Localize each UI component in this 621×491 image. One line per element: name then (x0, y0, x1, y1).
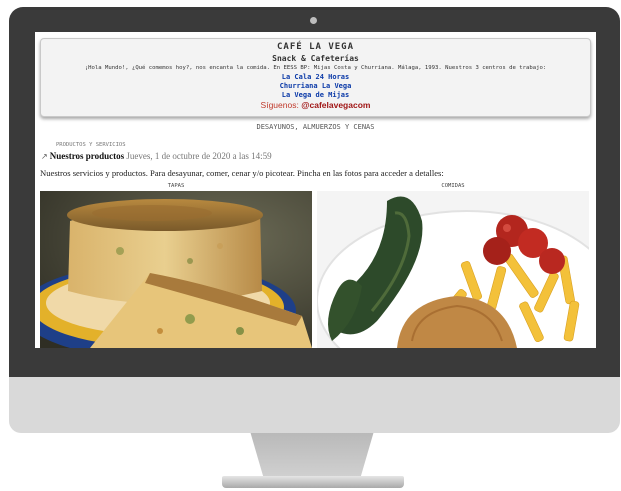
site-intro: ¡Hola Mundo!, ¿Qué comemos hoy?, nos enc… (84, 65, 547, 71)
site-header: CAFÉ LA VEGA Snack & Cafeterías ¡Hola Mu… (40, 38, 591, 117)
location-link-mijas[interactable]: La Vega de Mijas (41, 91, 590, 100)
camera-icon (310, 17, 317, 24)
gallery-label-comidas: COMIDAS (441, 183, 465, 189)
monitor-stand-neck (250, 433, 374, 477)
location-link-churriana[interactable]: Churriana La Vega (41, 82, 590, 91)
external-link-icon: ↗ (41, 152, 48, 161)
post-date: Jueves, 1 de octubre de 2020 a las 14:59 (126, 151, 272, 161)
screen: CAFÉ LA VEGA Snack & Cafeterías ¡Hola Mu… (35, 32, 596, 348)
locations-list: La Cala 24 Horas Churriana La Vega La Ve… (41, 73, 590, 100)
social-line: Síguenos: @cafelavegacom (41, 100, 590, 111)
monitor-stand-base (222, 476, 404, 488)
social-handle-link[interactable]: @cafelavegacom (301, 100, 370, 110)
comidas-photo[interactable] (317, 191, 589, 348)
post-body: Nuestros servicios y productos. Para des… (40, 168, 444, 178)
post-title[interactable]: Nuestros productos (50, 151, 124, 161)
social-label: Síguenos: (260, 100, 299, 110)
location-link-la-cala[interactable]: La Cala 24 Horas (41, 73, 590, 82)
tapas-photo[interactable] (40, 191, 312, 348)
post-header: ↗ Nuestros productos Jueves, 1 de octubre… (41, 151, 272, 161)
site-subtitle: Snack & Cafeterías (272, 54, 359, 63)
site-title[interactable]: CAFÉ LA VEGA (41, 41, 590, 53)
nav-label[interactable]: DESAYUNOS, ALMUERZOS Y CENAS (35, 123, 596, 131)
monitor-chin (9, 377, 620, 433)
post-category[interactable]: PRODUCTOS Y SERVICIOS (56, 142, 126, 148)
gallery-label-tapas: TAPAS (167, 183, 185, 189)
